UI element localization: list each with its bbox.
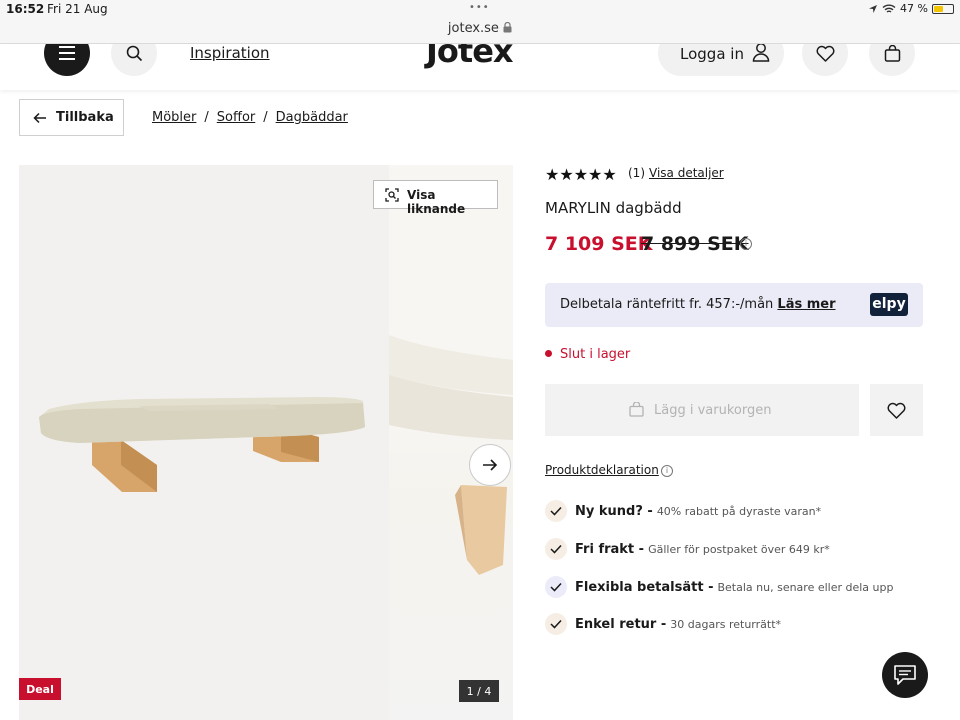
installment-banner: Delbetala räntefritt fr. 457:-/mån Läs m… (545, 283, 923, 327)
check-icon (545, 576, 567, 598)
usp-item: Enkel retur - 30 dagars returrätt* (545, 613, 781, 635)
heart-icon (887, 402, 906, 419)
installment-text: Delbetala räntefritt fr. 457:-/mån (560, 297, 774, 312)
lock-icon (503, 21, 512, 33)
login-button[interactable]: Logga in (658, 44, 784, 76)
usp-subtitle: 30 dagars returrätt* (670, 617, 782, 631)
cart-button[interactable] (869, 44, 915, 76)
image-counter: 1 / 4 (459, 680, 499, 702)
out-of-stock-dot-icon (545, 350, 552, 357)
battery-icon (932, 3, 954, 14)
back-button[interactable]: Tillbaka (19, 99, 124, 136)
battery-percent: 47 % (900, 2, 928, 15)
installment-text-wrap: Delbetala räntefritt fr. 457:-/mån Läs m… (560, 297, 836, 312)
arrow-right-icon (483, 459, 498, 471)
url-text: jotex.se (447, 21, 499, 36)
usp-item: Ny kund? - 40% rabatt på dyraste varan* (545, 500, 821, 522)
show-similar-button[interactable]: Visa liknande (373, 180, 498, 216)
check-icon (545, 538, 567, 560)
usp-title: Fri frakt - (575, 541, 645, 557)
more-dots-icon[interactable]: ••• (469, 2, 490, 13)
usp-subtitle: 40% rabatt på dyraste varan* (656, 504, 822, 518)
price-info-icon[interactable]: i (740, 238, 752, 250)
jotex-logo[interactable]: Jotex (426, 44, 514, 70)
product-declaration-link[interactable]: Produktdeklaration (545, 463, 659, 477)
location-icon (869, 4, 878, 13)
show-similar-label: Visa liknande (407, 188, 466, 216)
read-more-link[interactable]: Läs mer (777, 297, 835, 312)
address-bar[interactable]: jotex.se (0, 21, 960, 36)
breadcrumb-separator: / (204, 110, 209, 125)
rating-stars: ★★★★★ (545, 165, 617, 184)
deal-badge: Deal (19, 678, 61, 700)
chat-bubble-icon (894, 665, 916, 685)
arrow-left-icon (33, 112, 46, 124)
status-indicators: 47 % (868, 2, 954, 15)
breadcrumb-soffor[interactable]: Soffor (217, 110, 255, 125)
usp-title: Flexibla betalsätt - (575, 579, 714, 595)
breadcrumb-separator: / (263, 110, 268, 125)
shopping-bag-icon (884, 44, 900, 62)
stock-status: Slut i lager (545, 347, 630, 362)
inspiration-link[interactable]: Inspiration (190, 44, 270, 62)
stock-label: Slut i lager (560, 347, 631, 362)
site-header: Inspiration Jotex Logga in (0, 44, 960, 90)
sale-price: 7 109 SEK (545, 233, 653, 255)
elpy-logo: elpy (870, 293, 908, 316)
add-to-wishlist-button[interactable] (870, 384, 923, 436)
show-details-link[interactable]: Visa detaljer (649, 166, 724, 180)
visual-search-icon (385, 188, 399, 202)
breadcrumb-dagbaddar[interactable]: Dagbäddar (276, 110, 348, 125)
wishlist-button[interactable] (802, 44, 848, 76)
product-image-daybed (39, 397, 365, 492)
usp-subtitle: Gäller för postpaket över 649 kr* (648, 542, 830, 556)
usp-subtitle: Betala nu, senare eller dela upp (717, 580, 894, 594)
menu-button[interactable] (44, 44, 90, 76)
back-label: Tillbaka (56, 110, 114, 125)
usp-title: Ny kund? - (575, 503, 653, 519)
status-date: Fri 21 Aug (47, 2, 108, 16)
login-label: Logga in (680, 45, 744, 63)
usp-item: Fri frakt - Gäller för postpaket över 64… (545, 538, 830, 560)
product-closeup-image (389, 165, 513, 575)
review-count: (1) (628, 166, 645, 180)
check-icon (545, 500, 567, 522)
breadcrumb-mobler[interactable]: Möbler (152, 110, 196, 125)
wifi-icon (882, 4, 896, 13)
next-slide-preview (389, 165, 513, 720)
product-image-gallery[interactable]: Visa liknande Deal 1 / 4 (19, 165, 513, 720)
usp-title: Enkel retur - (575, 616, 667, 632)
check-icon (545, 613, 567, 635)
next-image-button[interactable] (469, 444, 511, 486)
search-button[interactable] (111, 44, 157, 76)
chat-button[interactable] (882, 652, 928, 698)
heart-icon (816, 45, 834, 62)
search-icon (126, 45, 142, 61)
shopping-bag-icon (629, 402, 644, 417)
add-to-cart-button[interactable]: Lägg i varukorgen (545, 384, 859, 436)
add-to-cart-label: Lägg i varukorgen (654, 403, 772, 418)
declaration-info-icon[interactable]: i (661, 465, 673, 477)
original-price: 7 899 SEK (641, 233, 749, 255)
usp-item: Flexibla betalsätt - Betala nu, senare e… (545, 576, 893, 598)
breadcrumb: Möbler / Soffor / Dagbäddar (152, 110, 348, 125)
user-icon (752, 44, 770, 62)
product-title: MARYLIN dagbädd (545, 199, 682, 217)
status-time: 16:52 (6, 2, 45, 16)
browser-status-bar: 16:52 Fri 21 Aug ••• jotex.se 47 % (0, 0, 960, 44)
